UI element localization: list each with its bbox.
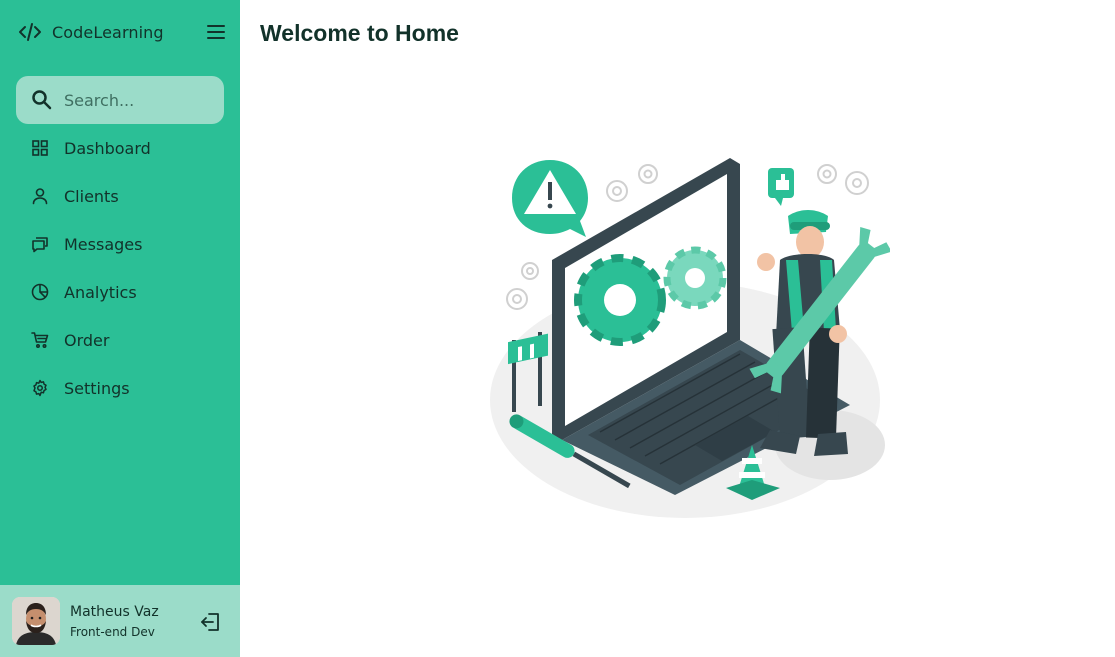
sidebar-item-dashboard[interactable]: Dashboard	[0, 124, 240, 172]
gear-icon	[30, 378, 50, 398]
sidebar-nav: Dashboard Clients Messages Analytics Ord…	[0, 124, 240, 412]
search-input[interactable]	[64, 76, 214, 124]
sidebar-item-settings[interactable]: Settings	[0, 364, 240, 412]
sidebar-item-label: Order	[64, 330, 110, 350]
avatar[interactable]	[12, 597, 60, 645]
sidebar-item-analytics[interactable]: Analytics	[0, 268, 240, 316]
chat-icon	[30, 234, 50, 254]
grid-icon	[30, 138, 50, 158]
maintenance-illustration	[490, 158, 890, 518]
user-icon	[30, 186, 50, 206]
sidebar-item-label: Analytics	[64, 282, 137, 302]
search-icon[interactable]	[30, 88, 54, 112]
main-content: Welcome to Home	[240, 0, 1115, 657]
sidebar-item-label: Settings	[64, 378, 130, 398]
code-icon	[19, 23, 41, 41]
pie-chart-icon	[30, 282, 50, 302]
profile-role: Front-end Dev	[70, 625, 155, 639]
logo[interactable]: CodeLearning	[18, 20, 164, 44]
logout-icon	[201, 613, 219, 631]
sidebar-item-order[interactable]: Order	[0, 316, 240, 364]
search-box	[16, 76, 224, 124]
app-name: CodeLearning	[52, 22, 164, 42]
profile-section: Matheus Vaz Front-end Dev	[0, 585, 240, 657]
sidebar-item-label: Messages	[64, 234, 143, 254]
sidebar-item-clients[interactable]: Clients	[0, 172, 240, 220]
cart-icon	[30, 330, 50, 350]
menu-toggle-button[interactable]	[204, 20, 228, 44]
sidebar: CodeLearning Dashboard	[0, 0, 240, 657]
sidebar-item-messages[interactable]: Messages	[0, 220, 240, 268]
logout-button[interactable]	[198, 609, 224, 635]
page-title: Welcome to Home	[260, 20, 459, 46]
sidebar-item-label: Clients	[64, 186, 119, 206]
hamburger-icon	[207, 25, 225, 39]
profile-name: Matheus Vaz	[70, 604, 159, 620]
sidebar-item-label: Dashboard	[64, 138, 151, 158]
